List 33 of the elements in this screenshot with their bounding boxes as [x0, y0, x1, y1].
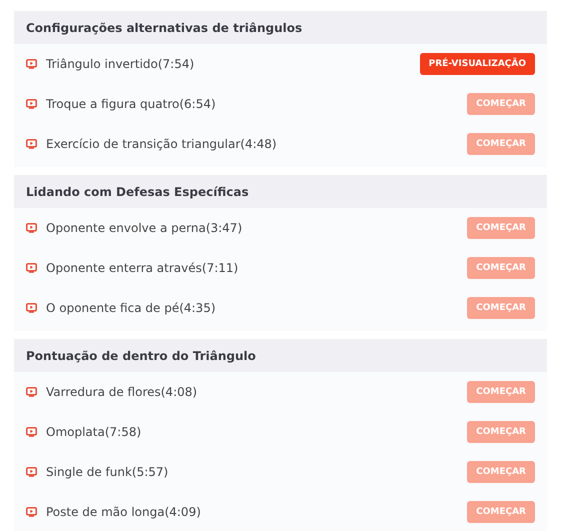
video-icon: [26, 387, 37, 397]
video-icon: [26, 427, 37, 437]
lesson-title: Oponente enterra através(7:11): [46, 261, 240, 275]
lesson-title: Omoplata(7:58): [46, 425, 142, 439]
start-button[interactable]: COMEÇAR: [467, 297, 535, 319]
section-title: Pontuação de dentro do Triângulo: [14, 339, 547, 372]
start-button[interactable]: COMEÇAR: [467, 93, 535, 115]
lesson-title: Poste de mão longa(4:09): [46, 505, 202, 519]
lesson-title: Exercício de transição triangular(4:48): [46, 137, 278, 151]
video-icon: [26, 59, 37, 69]
lesson-title: Varredura de flores(4:08): [46, 385, 198, 399]
start-button[interactable]: COMEÇAR: [467, 257, 535, 279]
video-icon: [26, 223, 37, 233]
video-icon: [26, 139, 37, 149]
video-icon: [26, 303, 37, 313]
lesson-title: Troque a figura quatro(6:54): [46, 97, 217, 111]
section-title: Lidando com Defesas Específicas: [14, 175, 547, 208]
lesson-title: O oponente fica de pé(4:35): [46, 301, 217, 315]
start-button[interactable]: COMEÇAR: [467, 501, 535, 523]
video-icon: [26, 507, 37, 517]
start-button[interactable]: COMEÇAR: [467, 421, 535, 443]
start-button[interactable]: COMEÇAR: [467, 217, 535, 239]
start-button[interactable]: COMEÇAR: [467, 381, 535, 403]
lesson-title: Triângulo invertido(7:54): [46, 57, 196, 71]
preview-button[interactable]: PRÉ-VISUALIZAÇÃO: [420, 53, 535, 75]
start-button[interactable]: COMEÇAR: [467, 461, 535, 483]
lesson-title: Single de funk(5:57): [46, 465, 170, 479]
lesson-title: Oponente envolve a perna(3:47): [46, 221, 244, 235]
start-button[interactable]: COMEÇAR: [467, 133, 535, 155]
video-icon: [26, 263, 37, 273]
video-icon: [26, 99, 37, 109]
section-title: Configurações alternativas de triângulos: [14, 11, 547, 44]
video-icon: [26, 467, 37, 477]
